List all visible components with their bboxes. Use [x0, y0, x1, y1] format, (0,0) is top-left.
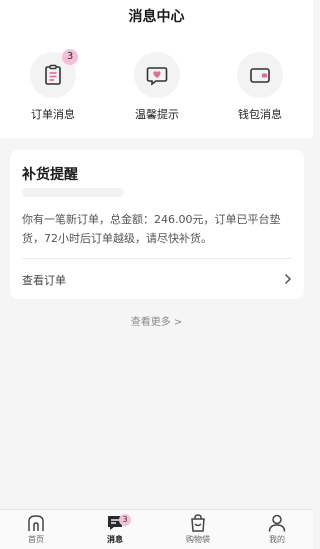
- wallet-messages-icon-circle: [237, 52, 283, 98]
- tab-profile-label: 我的: [269, 535, 285, 544]
- order-messages-button[interactable]: 3 订单消息: [18, 49, 88, 122]
- placeholder-bar: [22, 188, 124, 197]
- heart-message-icon: [146, 67, 168, 86]
- user-icon: [268, 514, 286, 532]
- tab-profile[interactable]: 我的: [247, 513, 307, 545]
- shopping-bag-icon: [191, 514, 205, 532]
- see-more-link[interactable]: 查看更多 >: [0, 313, 313, 328]
- home-icon: [28, 515, 44, 531]
- chevron-right-icon: [284, 273, 292, 285]
- tips-button[interactable]: 温馨提示: [122, 52, 192, 122]
- tab-messages[interactable]: 3 消息: [85, 513, 145, 545]
- tab-messages-label: 消息: [107, 535, 123, 544]
- tab-shopping-bag-label: 购物袋: [186, 535, 210, 544]
- page-title: 消息中心: [128, 9, 185, 25]
- quick-actions: 3 订单消息 温馨提示 钱包消息: [0, 40, 313, 138]
- order-messages-icon-circle: 3: [30, 49, 78, 98]
- wallet-icon: [250, 68, 270, 83]
- order-messages-badge: 3: [62, 49, 78, 65]
- card-body-text: 你有一笔新订单，总金额：246.00元，订单已平台垫货，72小时后订单越级，请尽…: [22, 213, 281, 245]
- wallet-messages-button[interactable]: 钱包消息: [225, 52, 295, 122]
- wallet-messages-label: 钱包消息: [238, 108, 282, 121]
- view-order-label: 查看订单: [22, 274, 66, 287]
- card-title: 补货提醒: [22, 167, 78, 183]
- tips-label: 温馨提示: [135, 108, 179, 121]
- order-messages-label: 订单消息: [31, 108, 75, 121]
- tab-home[interactable]: 首页: [6, 513, 66, 545]
- tab-home-label: 首页: [28, 535, 44, 544]
- bottom-tab-bar: 首页 3 消息 购物袋 我的: [0, 509, 313, 549]
- restock-reminder-card: 补货提醒 你有一笔新订单，总金额：246.00元，订单已平台垫货，72小时后订单…: [10, 150, 304, 299]
- header: 消息中心: [0, 0, 313, 40]
- tips-icon-circle: [134, 52, 180, 98]
- clipboard-icon: [45, 64, 61, 85]
- tab-shopping-bag[interactable]: 购物袋: [168, 513, 228, 545]
- tab-messages-badge: 3: [119, 514, 131, 526]
- view-order-link[interactable]: 查看订单: [10, 259, 304, 299]
